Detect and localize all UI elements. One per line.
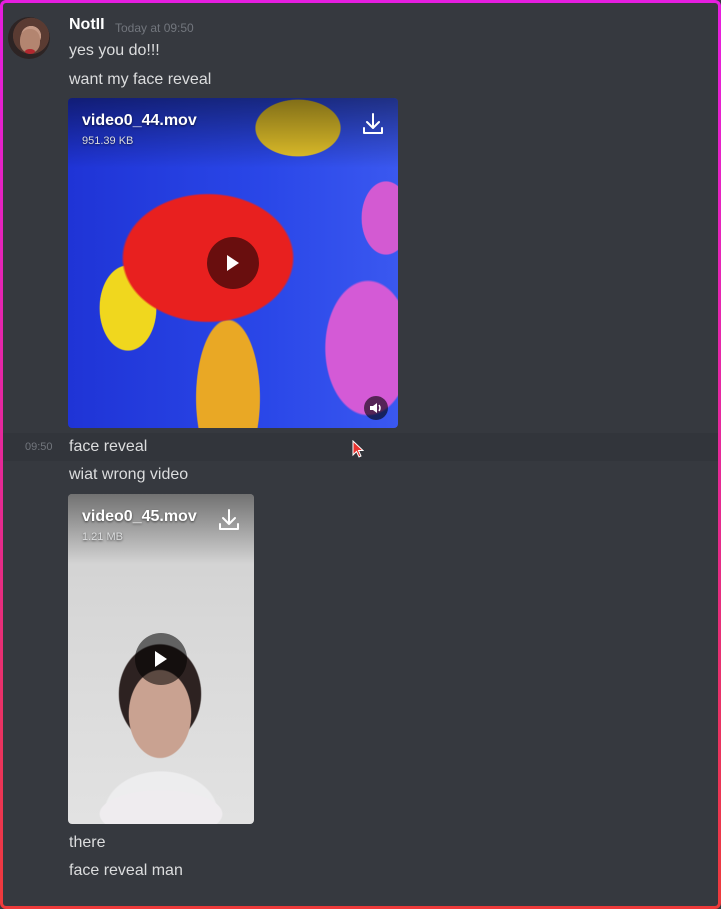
message-line: wiat wrong video <box>69 466 189 483</box>
message-line: face reveal man <box>69 862 183 879</box>
avatar[interactable] <box>8 17 50 59</box>
hover-timestamp: 09:50 <box>25 441 53 453</box>
video-attachment[interactable]: video0_45.mov 1.21 MB <box>68 494 254 824</box>
message-line: yes you do!!! <box>69 42 160 59</box>
download-icon[interactable] <box>218 508 240 532</box>
play-icon[interactable] <box>207 237 259 289</box>
attachment-filename[interactable]: video0_44.mov <box>82 112 197 130</box>
message-line: there <box>69 834 106 851</box>
play-icon[interactable] <box>135 633 187 685</box>
volume-icon[interactable] <box>364 396 388 420</box>
mouse-cursor-icon <box>352 439 365 463</box>
message-line: want my face reveal <box>69 71 212 88</box>
message-line: face reveal <box>69 438 148 455</box>
message-timestamp: Today at 09:50 <box>115 21 194 35</box>
download-icon[interactable] <box>362 112 384 136</box>
video-attachment[interactable]: video0_44.mov 951.39 KB <box>68 98 398 428</box>
attachment-filename[interactable]: video0_45.mov <box>82 508 197 526</box>
attachment-size: 1.21 MB <box>82 531 123 543</box>
author-name[interactable]: NotII <box>69 16 105 34</box>
attachment-size: 951.39 KB <box>82 135 134 147</box>
